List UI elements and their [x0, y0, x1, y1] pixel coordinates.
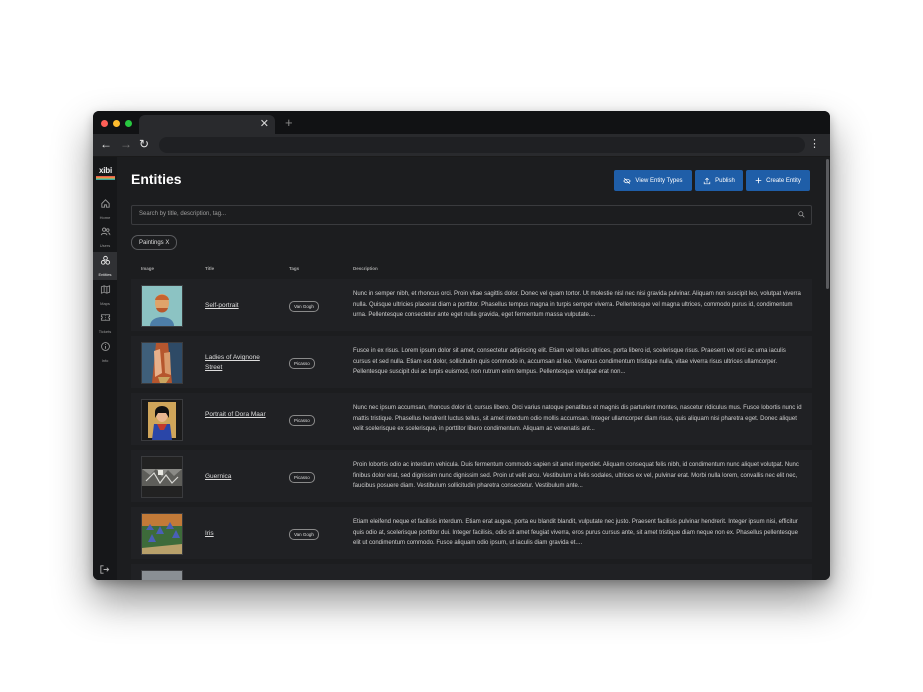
row-description: Etiam eleifend neque et facilisis interd… — [353, 519, 798, 546]
close-window-button[interactable] — [101, 120, 108, 127]
users-icon — [100, 227, 110, 236]
tag-badge[interactable]: Picasso — [289, 472, 315, 483]
thumbnail-image — [141, 342, 183, 384]
app-logo[interactable]: xibi — [96, 167, 115, 180]
table-row[interactable]: Ladies of Avignone Street Picasso Fusce … — [131, 336, 812, 388]
create-entity-button[interactable]: Create Entity — [746, 170, 810, 191]
thumbnail-image — [141, 513, 183, 555]
page-title: Entities — [131, 171, 182, 187]
ticket-icon — [100, 314, 110, 321]
publish-button[interactable]: Publish — [695, 170, 743, 191]
browser-menu-icon[interactable]: ⋮ — [809, 137, 820, 151]
thumbnail-image — [141, 456, 183, 498]
row-description: Proin lobortis odio ac interdum vehicula… — [353, 462, 799, 489]
browser-toolbar: ← → ↻ ⋮ — [93, 134, 830, 157]
tag-badge[interactable]: Picasso — [289, 358, 315, 369]
title-bar: ✕ + — [93, 111, 830, 134]
logo-text: xibi — [99, 166, 112, 175]
entities-icon — [100, 255, 110, 265]
thumbnail-image — [141, 570, 183, 580]
sidebar-item-label: Users — [99, 243, 111, 248]
row-description: Nunc in semper nibh, et rhoncus orci. Pr… — [353, 291, 801, 318]
forward-icon[interactable]: → — [120, 138, 132, 151]
column-header-image[interactable]: Image — [141, 266, 154, 271]
sidebar-item-info[interactable]: Info — [93, 338, 117, 366]
thumbnail-image — [141, 399, 183, 441]
sidebar-item-label: Info — [101, 358, 109, 363]
thumbnail-image — [141, 285, 183, 327]
sidebar-item-entities[interactable]: Entities — [93, 252, 117, 280]
table-row[interactable]: Self-portrait Van Gogh Nunc in semper ni… — [131, 279, 812, 331]
sidebar-item-maps[interactable]: Maps — [93, 281, 117, 309]
search-input[interactable]: Search by title, description, tag... — [131, 205, 812, 225]
tag-badge[interactable]: Picasso — [289, 415, 315, 426]
table-row[interactable]: Portrait of Dora Maar Picasso Nunc nec i… — [131, 393, 812, 445]
home-icon — [100, 199, 110, 208]
table-row[interactable] — [131, 564, 812, 580]
maximize-window-button[interactable] — [125, 120, 132, 127]
reload-icon[interactable]: ↻ — [139, 138, 149, 151]
main-content: Entities View Entity Types Publish Creat… — [117, 157, 830, 580]
hide-icon — [623, 177, 632, 184]
sidebar-item-label: Home — [99, 215, 111, 220]
logout-icon[interactable] — [99, 564, 110, 575]
new-tab-button[interactable]: + — [285, 115, 293, 130]
view-entity-types-button[interactable]: View Entity Types — [614, 170, 692, 191]
table-row[interactable]: Guernica Picasso Proin lobortis odio ac … — [131, 450, 812, 502]
search-placeholder: Search by title, description, tag... — [139, 211, 227, 217]
row-title-link[interactable]: Iris — [205, 529, 275, 539]
map-icon — [100, 285, 110, 294]
view-entity-types-label: View Entity Types — [635, 177, 683, 184]
info-icon — [100, 342, 110, 351]
column-header-tags[interactable]: Tags — [289, 266, 299, 271]
table-row[interactable]: Iris Van Gogh Etiam eleifend neque et fa… — [131, 507, 812, 559]
row-description: Nunc nec ipsum accumsan, rhoncus dolor i… — [353, 405, 802, 432]
row-title-link[interactable]: Ladies of Avignone Street — [205, 353, 275, 373]
sidebar: xibi Home Users Entities Maps Tickets In… — [93, 157, 117, 580]
sidebar-item-label: Tickets — [98, 329, 112, 334]
scrollbar[interactable] — [826, 159, 829, 289]
sidebar-item-users[interactable]: Users — [93, 223, 117, 251]
plus-icon — [755, 177, 762, 184]
logo-stripes — [96, 176, 115, 180]
tag-badge[interactable]: Van Gogh — [289, 301, 319, 312]
upload-icon — [703, 177, 711, 184]
create-entity-label: Create Entity — [766, 177, 801, 184]
search-icon — [798, 211, 805, 218]
row-title-link[interactable]: Guernica — [205, 472, 275, 482]
browser-tab[interactable]: ✕ — [139, 115, 275, 134]
row-title-link[interactable]: Portrait of Dora Maar — [205, 410, 275, 420]
sidebar-item-tickets[interactable]: Tickets — [93, 309, 117, 337]
row-description: Fusce in ex risus. Lorem ipsum dolor sit… — [353, 348, 786, 375]
column-header-title[interactable]: Title — [205, 266, 214, 271]
tag-badge[interactable]: Van Gogh — [289, 529, 319, 540]
browser-window: ✕ + ← → ↻ ⋮ xibi Home Users Entities Map… — [93, 111, 830, 580]
row-title-link[interactable]: Self-portrait — [205, 301, 275, 311]
sidebar-item-label: Maps — [100, 301, 110, 306]
sidebar-item-label: Entities — [98, 272, 112, 277]
column-header-description[interactable]: Description — [353, 266, 378, 271]
back-icon[interactable]: ← — [100, 138, 112, 151]
minimize-window-button[interactable] — [113, 120, 120, 127]
tab-close-icon[interactable]: ✕ — [260, 118, 269, 130]
publish-label: Publish — [715, 177, 735, 184]
filter-chip-paintings[interactable]: Paintings X — [131, 235, 178, 250]
address-bar[interactable] — [159, 137, 805, 153]
sidebar-item-home[interactable]: Home — [93, 195, 117, 223]
